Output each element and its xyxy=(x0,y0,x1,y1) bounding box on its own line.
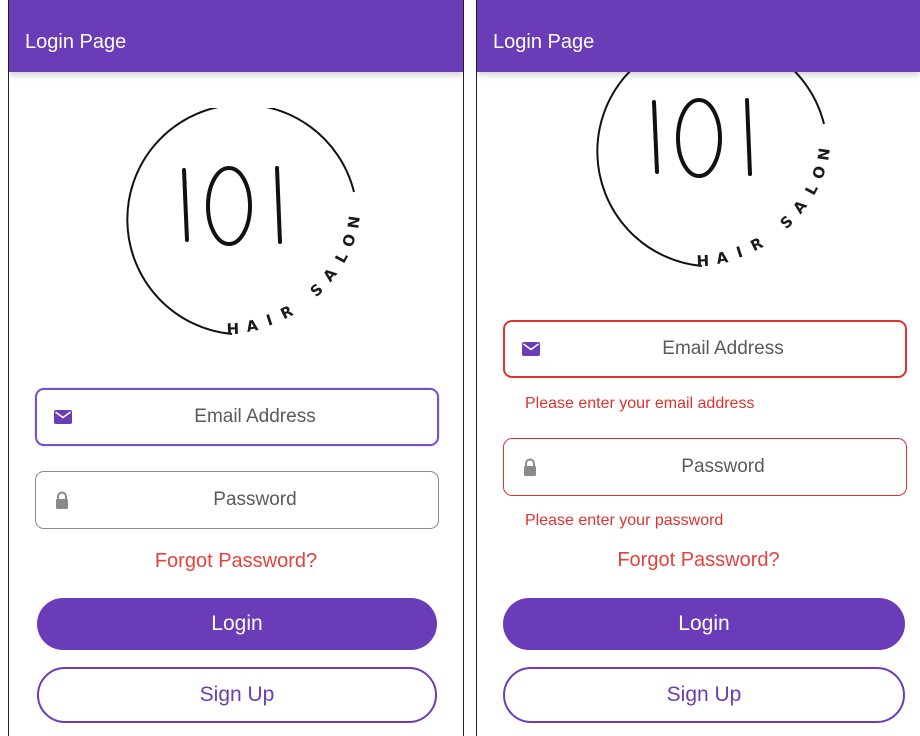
sign-up-button[interactable]: Sign Up xyxy=(503,667,905,723)
password-error-message: Please enter your password xyxy=(525,512,724,529)
login-button[interactable]: Login xyxy=(37,598,437,650)
email-placeholder: Email Address xyxy=(194,406,316,427)
forgot-password-link[interactable]: Forgot Password? xyxy=(477,549,920,572)
logo-tagline-char: H xyxy=(226,320,239,338)
logo-mark xyxy=(182,166,282,246)
logo-tagline-char: S xyxy=(307,280,327,301)
page-title: Login Page xyxy=(493,31,595,53)
logo-tagline-char: I xyxy=(264,311,275,330)
sign-up-button[interactable]: Sign Up xyxy=(37,667,437,723)
logo-tagline-char: A xyxy=(789,196,811,217)
logo-tagline-char: L xyxy=(331,249,352,266)
email-error-message: Please enter your email address xyxy=(525,395,755,412)
logo-tagline-char: L xyxy=(801,181,822,198)
email-placeholder: Email Address xyxy=(662,338,784,359)
email-field[interactable]: Email Address xyxy=(35,388,439,446)
logo-tagline-char: I xyxy=(734,243,745,262)
salon-logo: H A I R S A L O N xyxy=(596,40,834,270)
logo-tagline-char: R xyxy=(278,302,297,323)
app-bar: Login Page xyxy=(9,0,463,72)
login-screen-default: Login Page H A I R S A L O N Email Addre… xyxy=(8,0,464,736)
email-field[interactable]: Email Address xyxy=(503,320,907,378)
password-field[interactable]: Password xyxy=(503,438,907,496)
envelope-icon xyxy=(54,410,72,424)
logo-tagline-char: N xyxy=(344,215,364,230)
logo-tagline-char: O xyxy=(809,164,830,182)
login-screen-validation-errors: Login Page H A I R S A L O N Email Addre… xyxy=(476,0,920,736)
password-field[interactable]: Password xyxy=(35,471,439,529)
logo-tagline-char: N xyxy=(814,147,834,162)
page-title: Login Page xyxy=(25,31,127,53)
envelope-icon xyxy=(522,342,540,356)
password-placeholder: Password xyxy=(213,489,297,510)
salon-logo: H A I R S A L O N xyxy=(126,108,364,338)
logo-mark xyxy=(652,98,752,178)
login-button[interactable]: Login xyxy=(503,598,905,650)
logo-tagline-char: R xyxy=(748,234,767,255)
lock-icon xyxy=(56,491,68,509)
logo-tagline-char: O xyxy=(339,232,360,250)
logo-tagline-char: A xyxy=(319,264,341,285)
logo-tagline-char: H xyxy=(696,252,709,270)
logo-tagline-char: A xyxy=(715,248,730,268)
password-placeholder: Password xyxy=(681,456,765,477)
lock-icon xyxy=(524,458,536,476)
app-bar: Login Page xyxy=(477,0,920,72)
forgot-password-link[interactable]: Forgot Password? xyxy=(9,550,463,573)
logo-tagline-char: S xyxy=(777,212,797,233)
logo-tagline-char: A xyxy=(245,316,260,336)
